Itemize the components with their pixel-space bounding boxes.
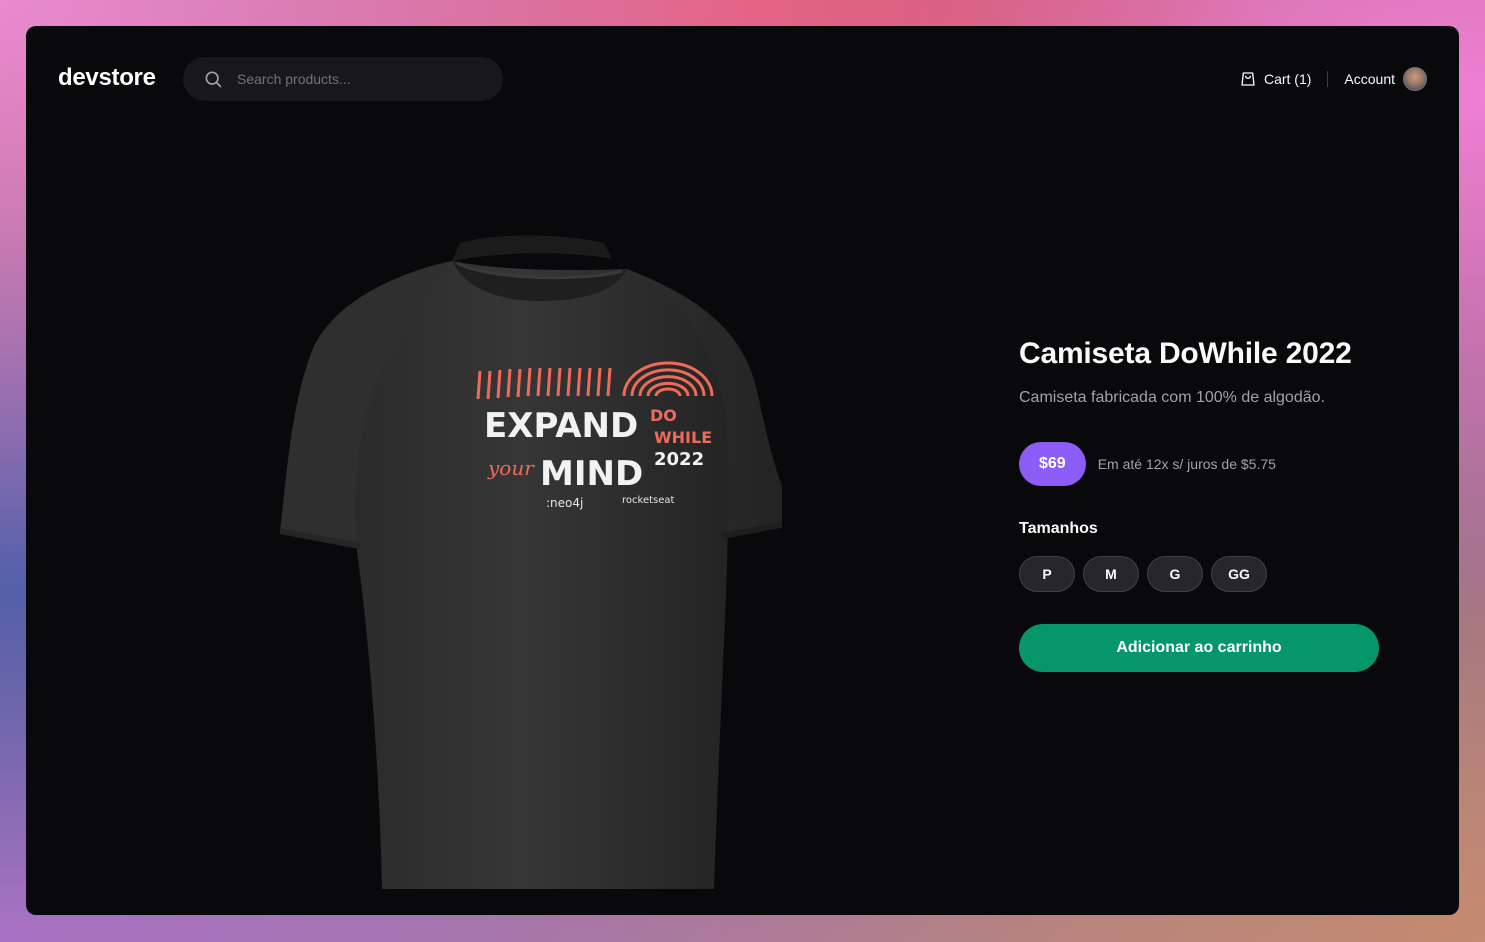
sizes-label: Tamanhos [1019,520,1098,537]
product-title: Camiseta DoWhile 2022 [1019,337,1352,370]
search-bar[interactable] [183,57,503,101]
shirt-print-mind: MIND [540,454,643,494]
shirt-sponsor-neo4j: :neo4j [546,496,583,510]
add-to-cart-button[interactable]: Adicionar ao carrinho [1019,624,1379,672]
shopping-bag-icon [1241,72,1255,86]
account-link[interactable]: Account [1344,67,1427,91]
shirt-sponsor-rocketseat: rocketseat [622,495,675,506]
shirt-print-your: your [487,456,535,480]
product-image: EXPAND your MIND DO WHILE 2022 :neo4j ro… [279,235,782,889]
search-icon [205,71,222,88]
cart-label: Cart (1) [1263,71,1312,87]
search-input[interactable] [237,71,477,87]
cart-link[interactable]: Cart (1) [1240,71,1311,87]
account-label: Account [1344,71,1395,87]
size-button-m[interactable]: M [1083,556,1139,592]
size-options: P M G GG [1019,556,1379,592]
size-button-p[interactable]: P [1019,556,1075,592]
header-divider [1327,71,1329,87]
size-button-g[interactable]: G [1147,556,1203,592]
app-window: devstore Cart (1) Account [26,26,1459,915]
size-button-gg[interactable]: GG [1211,556,1267,592]
store-logo[interactable]: devstore [58,64,156,92]
shirt-print-year: 2022 [654,449,704,470]
product-details: Camiseta DoWhile 2022 Camiseta fabricada… [1019,336,1379,672]
price-row: $69 Em até 12x s/ juros de $5.75 [1019,442,1379,486]
installments-text: Em até 12x s/ juros de $5.75 [1097,456,1276,472]
price-badge: $69 [1019,442,1086,486]
shirt-print-expand: EXPAND [484,406,638,446]
avatar[interactable] [1403,67,1427,91]
header-actions: Cart (1) Account [1240,66,1427,92]
shirt-print-do: DO [650,406,677,425]
shirt-print-while: WHILE [654,428,712,447]
product-description: Camiseta fabricada com 100% de algodão. [1019,389,1325,406]
